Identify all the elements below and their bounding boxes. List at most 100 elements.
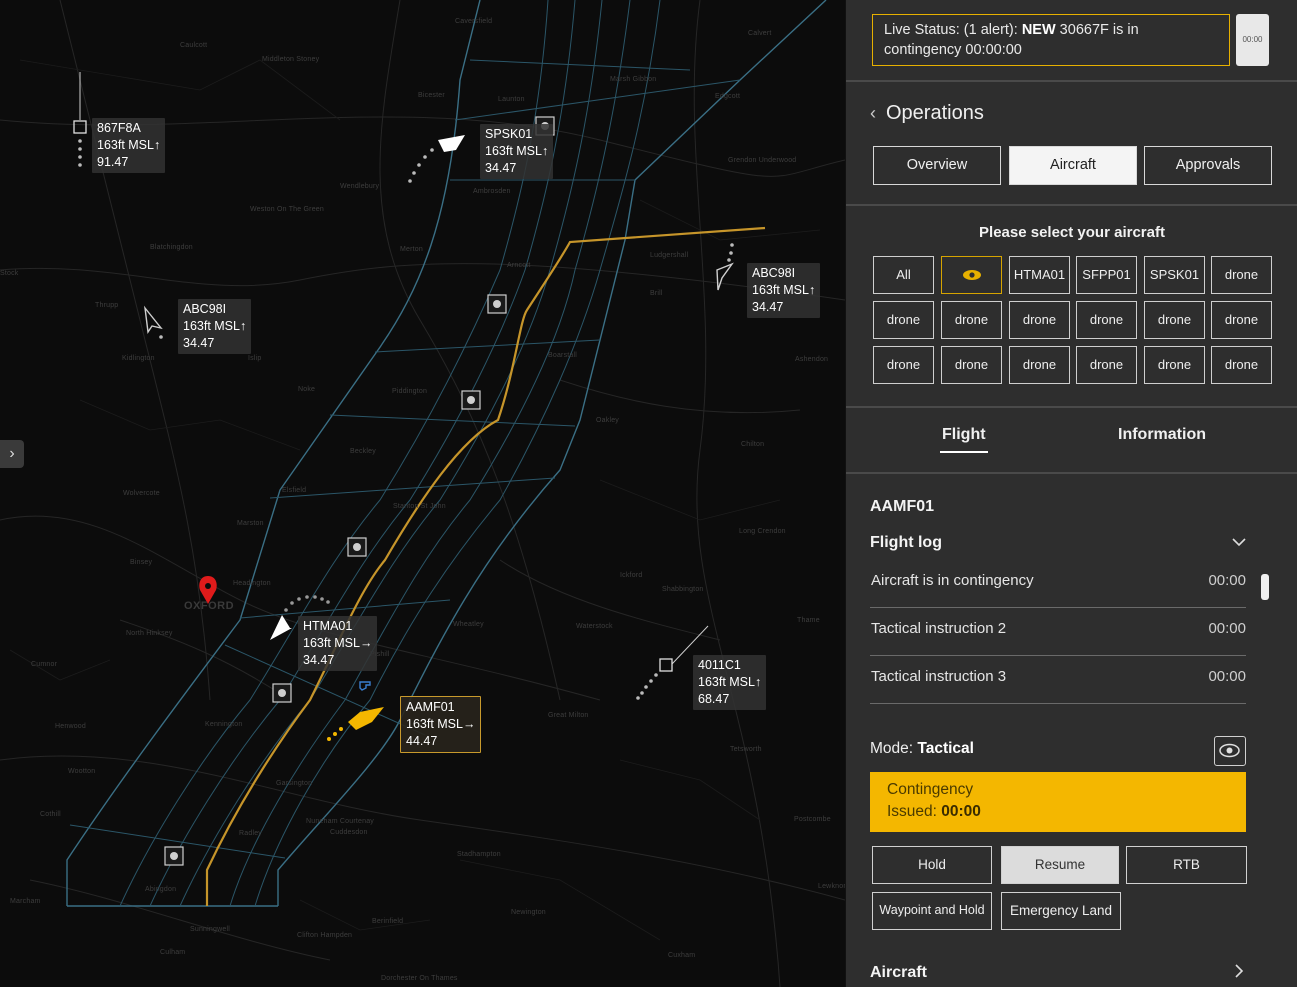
town-label: Thame bbox=[797, 617, 820, 624]
aircraft-filter-button[interactable]: drone bbox=[941, 346, 1002, 384]
emergency-land-button[interactable]: Emergency Land bbox=[1001, 892, 1121, 930]
operations-header[interactable]: ‹ Operations bbox=[870, 102, 984, 125]
town-label: Oakley bbox=[596, 417, 619, 424]
mode-indicator: Mode: Tactical bbox=[870, 740, 974, 758]
aircraft-label-4011c1[interactable]: 4011C1 163ft MSL↑ 68.47 bbox=[693, 655, 767, 710]
aircraft-filter-button[interactable]: drone bbox=[941, 301, 1002, 339]
city-label: OXFORD bbox=[184, 600, 235, 612]
aircraft-filter-button[interactable]: drone bbox=[1076, 301, 1137, 339]
town-label: Tetsworth bbox=[730, 746, 762, 753]
log-item: Aircraft is in contingency 00:00 bbox=[870, 560, 1246, 608]
aircraft-label-abc98i-right[interactable]: ABC98I 163ft MSL↑ 34.47 bbox=[747, 263, 821, 318]
log-time: 00:00 bbox=[1208, 668, 1246, 685]
rtb-button[interactable]: RTB bbox=[1126, 846, 1247, 884]
town-label: Henwood bbox=[55, 723, 86, 730]
town-label: Wolvercote bbox=[123, 490, 160, 497]
contingency-alert: Contingency Issued: 00:00 bbox=[870, 772, 1246, 832]
aircraft-label-abc98i-left[interactable]: ABC98I 163ft MSL↑ 34.47 bbox=[178, 299, 252, 354]
label-value: 34.47 bbox=[183, 336, 215, 350]
waypoint-and-hold-button[interactable]: Waypoint and Hold bbox=[872, 892, 992, 930]
label-id: 4011C1 bbox=[698, 658, 741, 672]
subtab-flight[interactable]: Flight bbox=[940, 426, 988, 453]
operations-section: ‹ Operations Overview Aircraft Approvals bbox=[846, 80, 1297, 204]
aircraft-filter-button[interactable]: drone bbox=[873, 301, 934, 339]
resume-button[interactable]: Resume bbox=[1001, 846, 1119, 884]
aircraft-label-htma01[interactable]: HTMA01 163ft MSL→ 34.47 bbox=[298, 616, 378, 671]
town-label: Calvert bbox=[748, 30, 772, 37]
map-view[interactable]: OXFORD Caversfield Caulcott Middleton Ston… bbox=[0, 0, 845, 987]
town-label: Launton bbox=[498, 96, 525, 103]
label-value: 68.47 bbox=[698, 692, 730, 706]
label-id: ABC98I bbox=[752, 266, 796, 280]
town-label: Waterstock bbox=[576, 623, 613, 630]
waypoint-markers bbox=[164, 116, 555, 866]
aircraft-filter-button[interactable]: drone bbox=[1211, 256, 1272, 294]
label-value: 34.47 bbox=[485, 161, 517, 175]
flight-log-title[interactable]: Flight log bbox=[870, 534, 942, 552]
town-label: Arncott bbox=[507, 262, 531, 269]
aircraft-section-header[interactable]: Aircraft bbox=[870, 964, 927, 982]
aircraft-filter-button[interactable]: drone bbox=[1009, 346, 1070, 384]
aircraft-label-spsk01[interactable]: SPSK01 163ft MSL↑ 34.47 bbox=[480, 124, 554, 179]
log-text: Tactical instruction 2 bbox=[871, 620, 1007, 637]
log-scrollbar[interactable] bbox=[1261, 574, 1269, 600]
town-label: Weston On The Green bbox=[250, 206, 324, 213]
aircraft-filter-button[interactable]: drone bbox=[1211, 346, 1272, 384]
aircraft-filter-button[interactable]: All bbox=[873, 256, 934, 294]
town-label: Marston bbox=[237, 520, 264, 527]
town-label: Marcham bbox=[10, 898, 41, 905]
aircraft-filter-button[interactable]: HTMA01 bbox=[1009, 256, 1070, 294]
status-timer-button[interactable]: 00:00 bbox=[1236, 14, 1269, 66]
town-label: Caversfield bbox=[455, 18, 493, 25]
aircraft-marker-867f8a[interactable] bbox=[73, 72, 87, 167]
flight-id: AAMF01 bbox=[870, 498, 935, 515]
town-label: Headington bbox=[233, 580, 271, 587]
town-label: Newington bbox=[511, 909, 546, 916]
aircraft-filter-button[interactable]: drone bbox=[1211, 301, 1272, 339]
aircraft-marker-spsk01[interactable] bbox=[408, 135, 465, 183]
expand-sidebar-arrow-icon[interactable]: › bbox=[0, 440, 24, 468]
town-label: Berinfield bbox=[372, 918, 404, 925]
aircraft-marker-abc98i-left[interactable] bbox=[143, 305, 163, 339]
town-label: Shabbington bbox=[662, 586, 704, 593]
chevron-right-icon[interactable] bbox=[1234, 964, 1244, 982]
hold-button[interactable]: Hold bbox=[872, 846, 992, 884]
aircraft-filter-eye-button[interactable] bbox=[941, 256, 1002, 294]
tab-approvals[interactable]: Approvals bbox=[1144, 146, 1272, 185]
tab-overview[interactable]: Overview bbox=[873, 146, 1001, 185]
town-label: Marsh Gibbon bbox=[610, 76, 657, 83]
back-chevron-icon[interactable]: ‹ bbox=[870, 103, 876, 124]
eye-icon bbox=[962, 270, 981, 280]
aircraft-filter-button[interactable]: drone bbox=[873, 346, 934, 384]
town-label: Wendlebury bbox=[340, 183, 380, 190]
label-alt: 163ft MSL→ bbox=[406, 717, 476, 731]
log-item: Tactical instruction 2 00:00 bbox=[870, 608, 1246, 656]
aircraft-filter-button[interactable]: drone bbox=[1009, 301, 1070, 339]
label-alt: 163ft MSL↑ bbox=[752, 283, 816, 297]
aircraft-label-867f8a[interactable]: 867F8A 163ft MSL↑ 91.47 bbox=[92, 118, 166, 173]
live-status-alert[interactable]: Live Status: (1 alert): NEW 30667F is in… bbox=[872, 14, 1230, 66]
town-label: Cothill bbox=[40, 811, 61, 818]
status-new-badge: NEW bbox=[1021, 22, 1056, 38]
town-label: Wootton bbox=[68, 768, 96, 775]
chevron-down-icon[interactable] bbox=[1232, 534, 1246, 550]
aircraft-filter-button[interactable]: drone bbox=[1144, 301, 1205, 339]
town-label: Piddington bbox=[392, 388, 428, 395]
aircraft-filter-button[interactable]: SPSK01 bbox=[1144, 256, 1205, 294]
eye-toggle-button[interactable] bbox=[1214, 736, 1246, 766]
aircraft-label-aamf01[interactable]: AAMF01 163ft MSL→ 44.47 bbox=[400, 696, 482, 753]
tab-aircraft[interactable]: Aircraft bbox=[1009, 146, 1137, 185]
town-label: Merton bbox=[400, 246, 423, 253]
aircraft-filter-button[interactable]: SFPP01 bbox=[1076, 256, 1137, 294]
aircraft-filter-button[interactable]: drone bbox=[1144, 346, 1205, 384]
subtab-information[interactable]: Information bbox=[1118, 426, 1206, 444]
town-label: Edgcott bbox=[715, 93, 741, 100]
label-alt: 163ft MSL↑ bbox=[97, 138, 161, 152]
town-label: Abingdon bbox=[145, 886, 177, 893]
town-label: Sunningwell bbox=[190, 926, 230, 933]
town-label: Islip bbox=[248, 355, 262, 362]
aircraft-filter-button[interactable]: drone bbox=[1076, 346, 1137, 384]
alert-title: Contingency bbox=[887, 781, 974, 798]
label-id: AAMF01 bbox=[406, 700, 455, 714]
town-label: Brill bbox=[650, 290, 663, 297]
